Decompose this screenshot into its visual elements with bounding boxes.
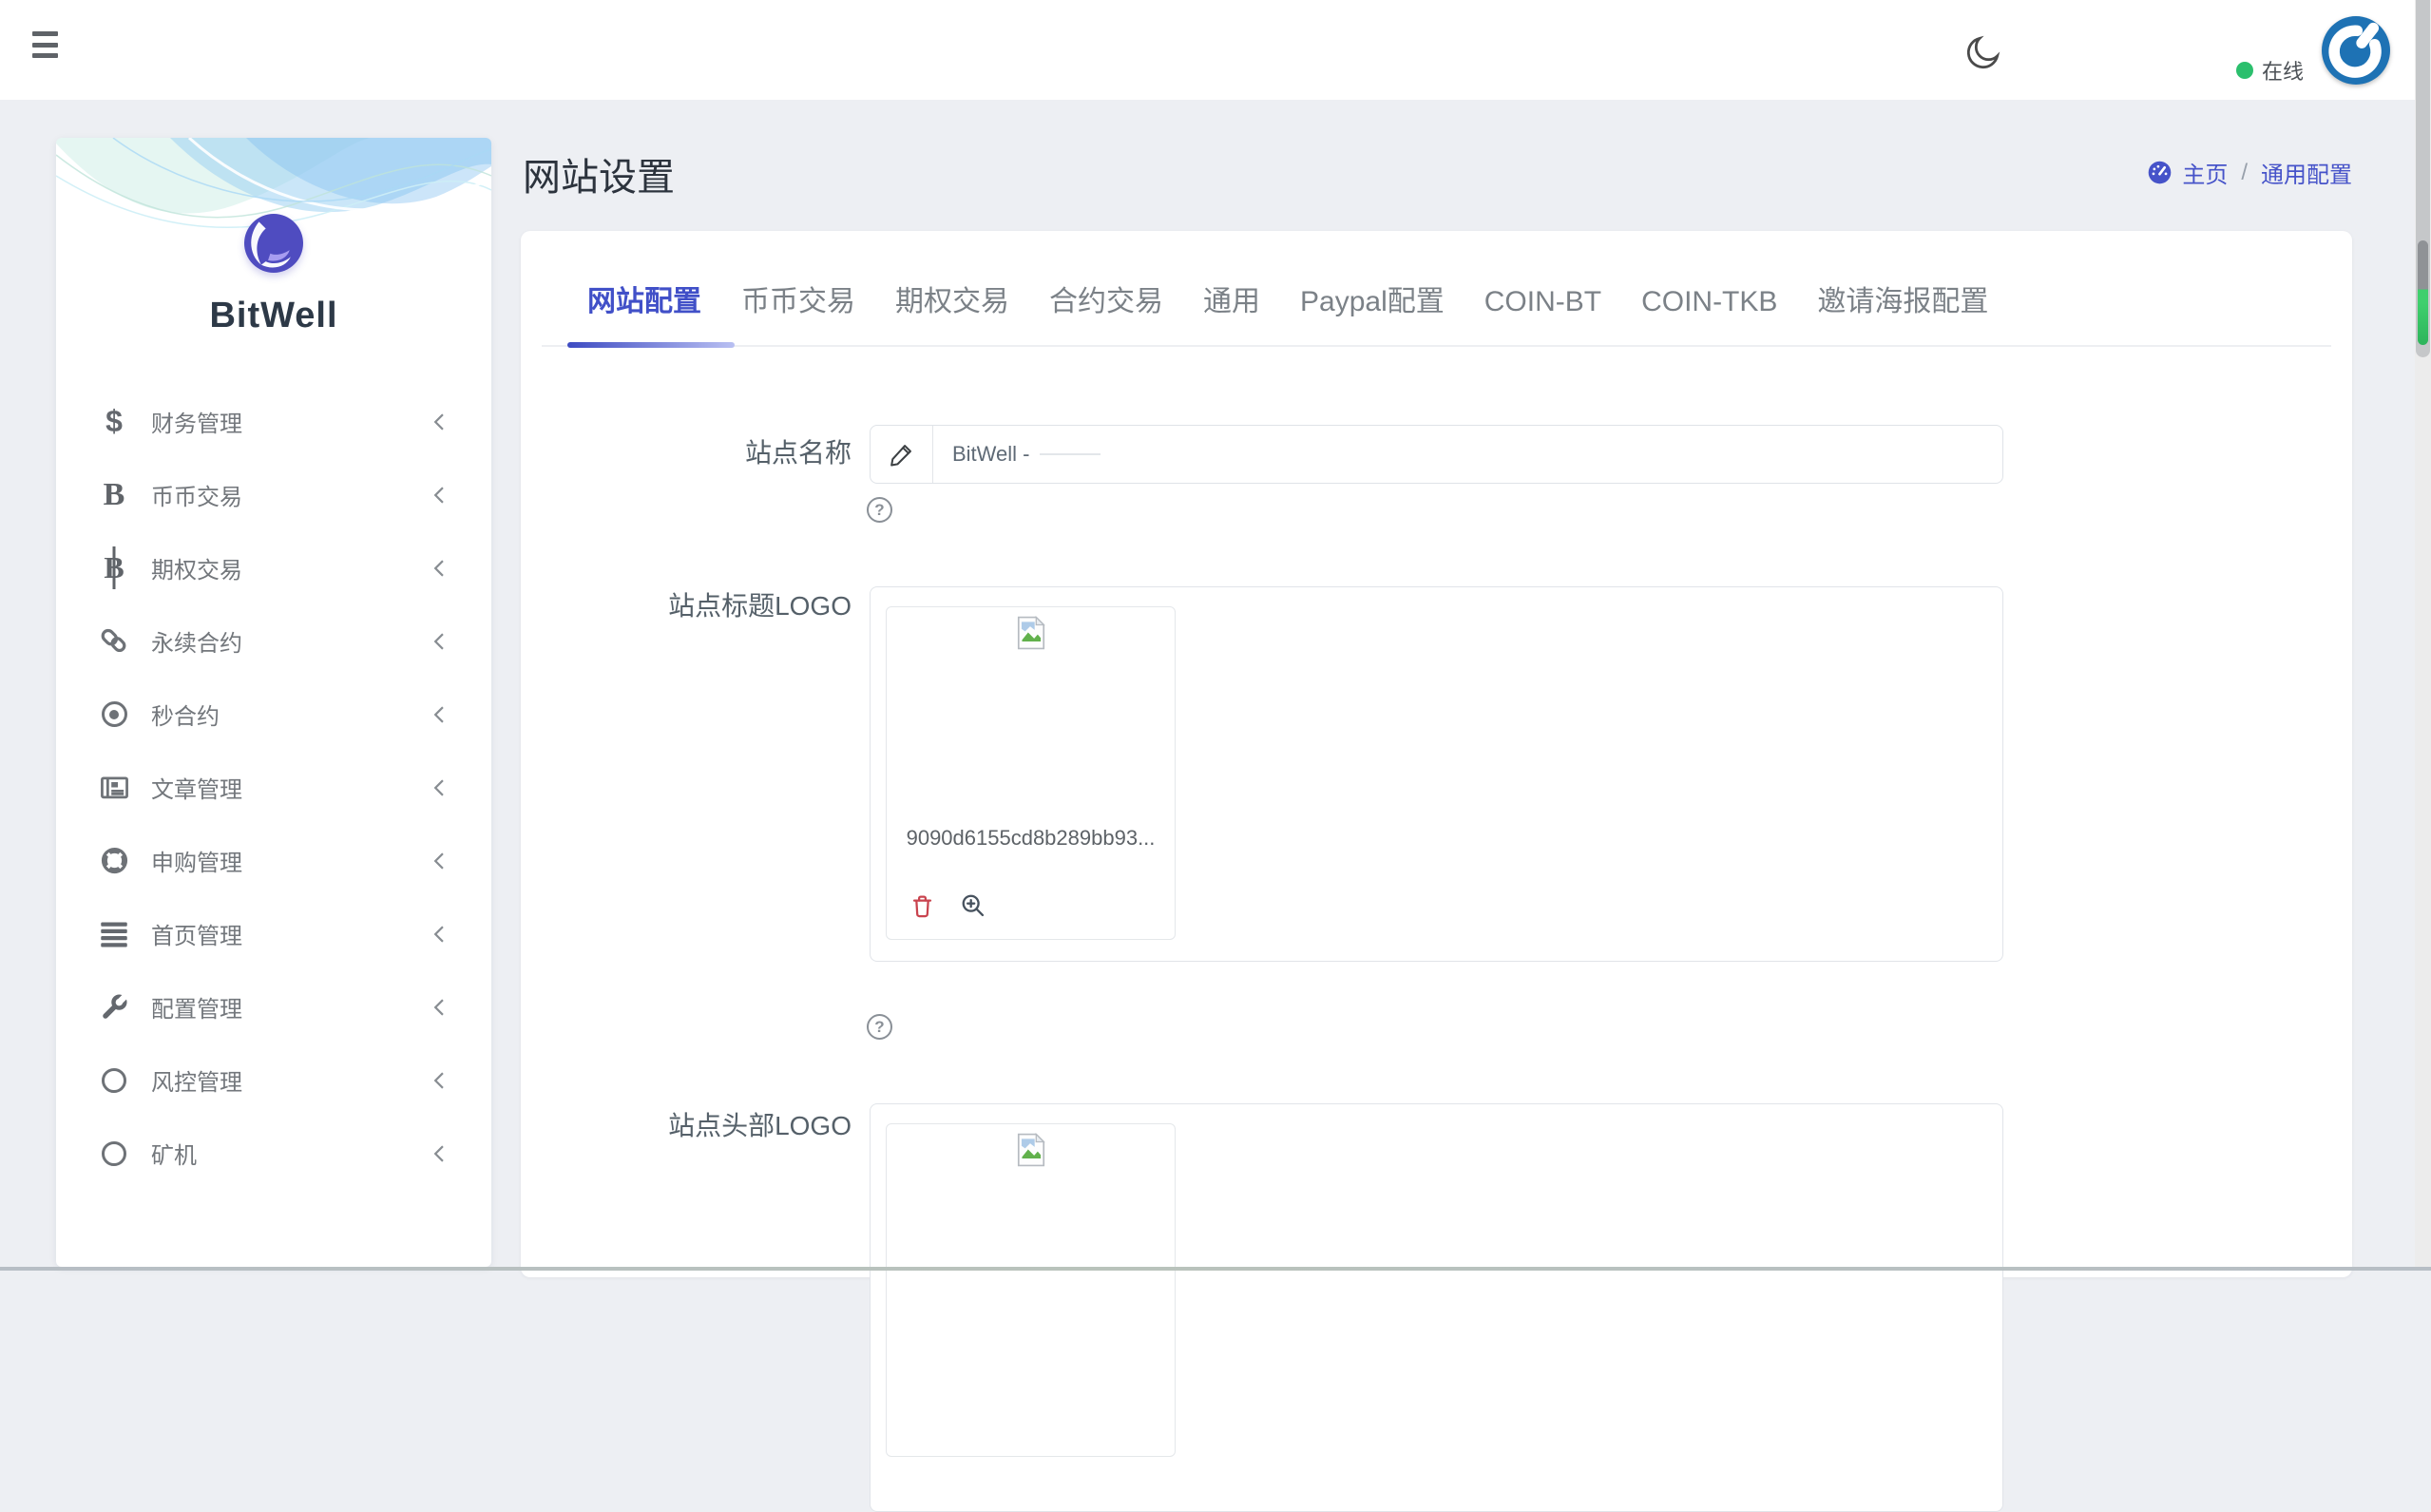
circle-icon (93, 1068, 135, 1093)
chevron-left-icon (431, 412, 446, 431)
online-status: 在线 (2236, 55, 2304, 86)
pencil-icon (871, 426, 933, 483)
sidebar-item-config[interactable]: 配置管理 (56, 970, 491, 1043)
baht-icon: B (93, 550, 135, 585)
sidebar: BitWell $ 财务管理 B 币币交易 B 期权交易 (56, 138, 491, 1267)
help-icon[interactable]: ? (867, 1014, 892, 1040)
dollar-icon: $ (93, 404, 135, 439)
sidebar-item-miner[interactable]: 矿机 (56, 1117, 491, 1190)
page-title: 网站设置 (523, 146, 675, 201)
tab-general[interactable]: 通用 (1203, 284, 1260, 320)
help-icon[interactable]: ? (867, 497, 892, 523)
delete-trash-icon[interactable] (909, 893, 935, 919)
chevron-left-icon (431, 486, 446, 505)
breadcrumb: 主页 / 通用配置 (2147, 156, 2352, 189)
chevron-left-icon (431, 705, 446, 724)
topbar: 在线 (0, 0, 2431, 100)
chevron-left-icon (431, 1071, 446, 1090)
tab-invite-poster-config[interactable]: 邀请海报配置 (1817, 284, 1988, 320)
newspaper-icon (93, 772, 135, 803)
sidebar-item-perpetual-contracts[interactable]: 永续合约 (56, 604, 491, 678)
zoom-in-icon[interactable] (960, 892, 986, 919)
site-name-value: BitWell - (952, 442, 1030, 467)
bullseye-icon (93, 701, 135, 727)
chevron-left-icon (431, 559, 446, 578)
lifebuoy-icon (93, 846, 135, 875)
title-logo-thumbnail[interactable]: 9090d6155cd8b289bb93... (886, 606, 1176, 940)
active-tab-underline (567, 342, 735, 348)
online-status-label: 在线 (2262, 55, 2304, 86)
breadcrumb-home[interactable]: 主页 (2182, 156, 2228, 189)
breadcrumb-current[interactable]: 通用配置 (2261, 156, 2352, 189)
circle-icon (93, 1141, 135, 1166)
wrench-icon (93, 992, 135, 1022)
sidebar-item-subscription[interactable]: 申购管理 (56, 824, 491, 897)
site-name-label: 站点名称 (538, 437, 852, 469)
tab-spot-trading[interactable]: 币币交易 (741, 284, 855, 320)
brand-logo (244, 214, 303, 273)
chevron-left-icon (431, 998, 446, 1017)
tab-divider (542, 345, 2331, 347)
tab-coin-bt[interactable]: COIN-BT (1484, 284, 1601, 320)
uploaded-filename: 9090d6155cd8b289bb93... (887, 826, 1175, 851)
broken-image-icon (1017, 616, 1045, 650)
tab-options-trading[interactable]: 期权交易 (895, 284, 1009, 320)
breadcrumb-separator: / (2241, 160, 2248, 186)
window-bottom-edge (0, 1267, 2431, 1271)
settings-tabs: 网站配置 币币交易 期权交易 合约交易 通用 Paypal配置 COIN-BT … (587, 284, 1988, 320)
dashboard-icon (2147, 160, 2173, 185)
chevron-left-icon (431, 1144, 446, 1163)
sidebar-item-spot-trading[interactable]: B 币币交易 (56, 458, 491, 531)
dark-mode-moon-icon[interactable] (1963, 32, 2003, 72)
site-name-input[interactable]: BitWell - (870, 425, 2003, 484)
sidebar-item-seconds-contract[interactable]: 秒合约 (56, 678, 491, 751)
scrollbar-track[interactable] (2415, 0, 2431, 1271)
tab-site-config[interactable]: 网站配置 (587, 284, 701, 320)
chevron-left-icon (431, 778, 446, 797)
header-logo-thumbnail[interactable] (886, 1123, 1176, 1457)
scrollbar-progress-indicator (2418, 240, 2428, 345)
sidebar-item-homepage[interactable]: 首页管理 (56, 897, 491, 970)
sidebar-item-articles[interactable]: 文章管理 (56, 751, 491, 824)
sidebar-item-finance[interactable]: $ 财务管理 (56, 385, 491, 458)
hamburger-menu-icon[interactable] (32, 31, 58, 58)
title-logo-label: 站点标题LOGO (538, 590, 852, 622)
tab-contract-trading[interactable]: 合约交易 (1049, 284, 1163, 320)
value-trailing-line (1040, 453, 1101, 455)
sidebar-menu: $ 财务管理 B 币币交易 B 期权交易 (56, 385, 491, 1190)
header-logo-label: 站点头部LOGO (538, 1110, 852, 1142)
header-logo-upload-box (870, 1103, 2003, 1512)
chain-link-icon (93, 626, 135, 656)
letter-b-icon: B (93, 477, 135, 513)
broken-image-icon (1017, 1133, 1045, 1167)
user-avatar[interactable] (2322, 16, 2390, 85)
tab-paypal-config[interactable]: Paypal配置 (1300, 284, 1445, 320)
chevron-left-icon (431, 925, 446, 944)
bars-icon (93, 921, 135, 947)
chevron-left-icon (431, 852, 446, 871)
sidebar-item-risk-control[interactable]: 风控管理 (56, 1043, 491, 1117)
title-logo-upload-box: 9090d6155cd8b289bb93... (870, 586, 2003, 962)
brand-name: BitWell (56, 296, 491, 336)
online-dot-icon (2236, 62, 2253, 79)
tab-coin-tkb[interactable]: COIN-TKB (1641, 284, 1777, 320)
chevron-left-icon (431, 632, 446, 651)
sidebar-item-options-trading[interactable]: B 期权交易 (56, 531, 491, 604)
settings-card: 网站配置 币币交易 期权交易 合约交易 通用 Paypal配置 COIN-BT … (521, 231, 2352, 1277)
